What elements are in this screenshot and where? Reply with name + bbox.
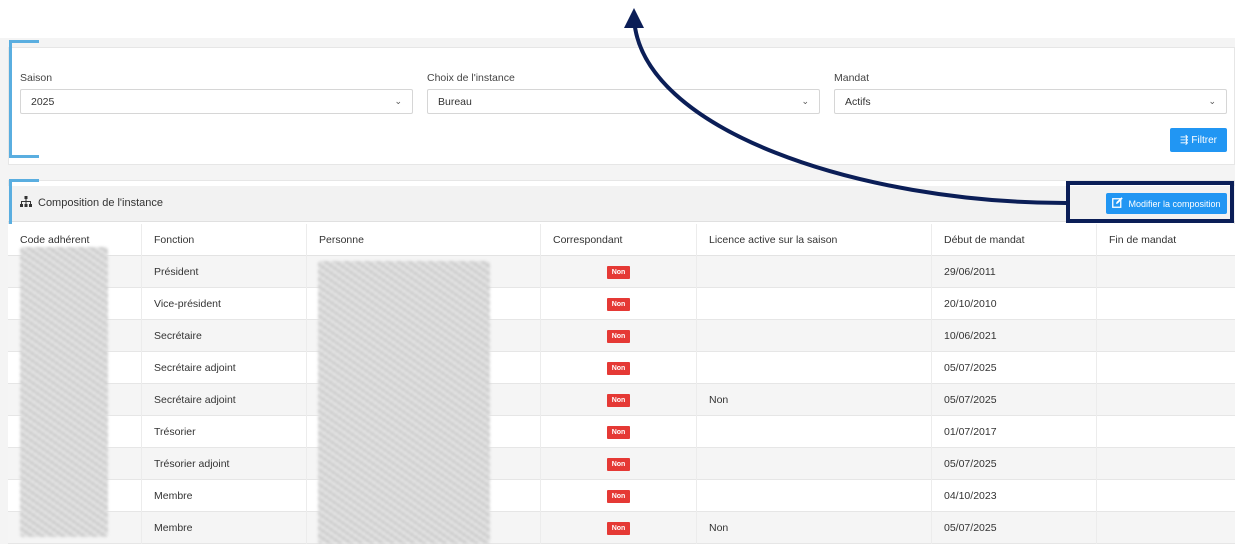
annotation-arrow [624,8,1067,205]
